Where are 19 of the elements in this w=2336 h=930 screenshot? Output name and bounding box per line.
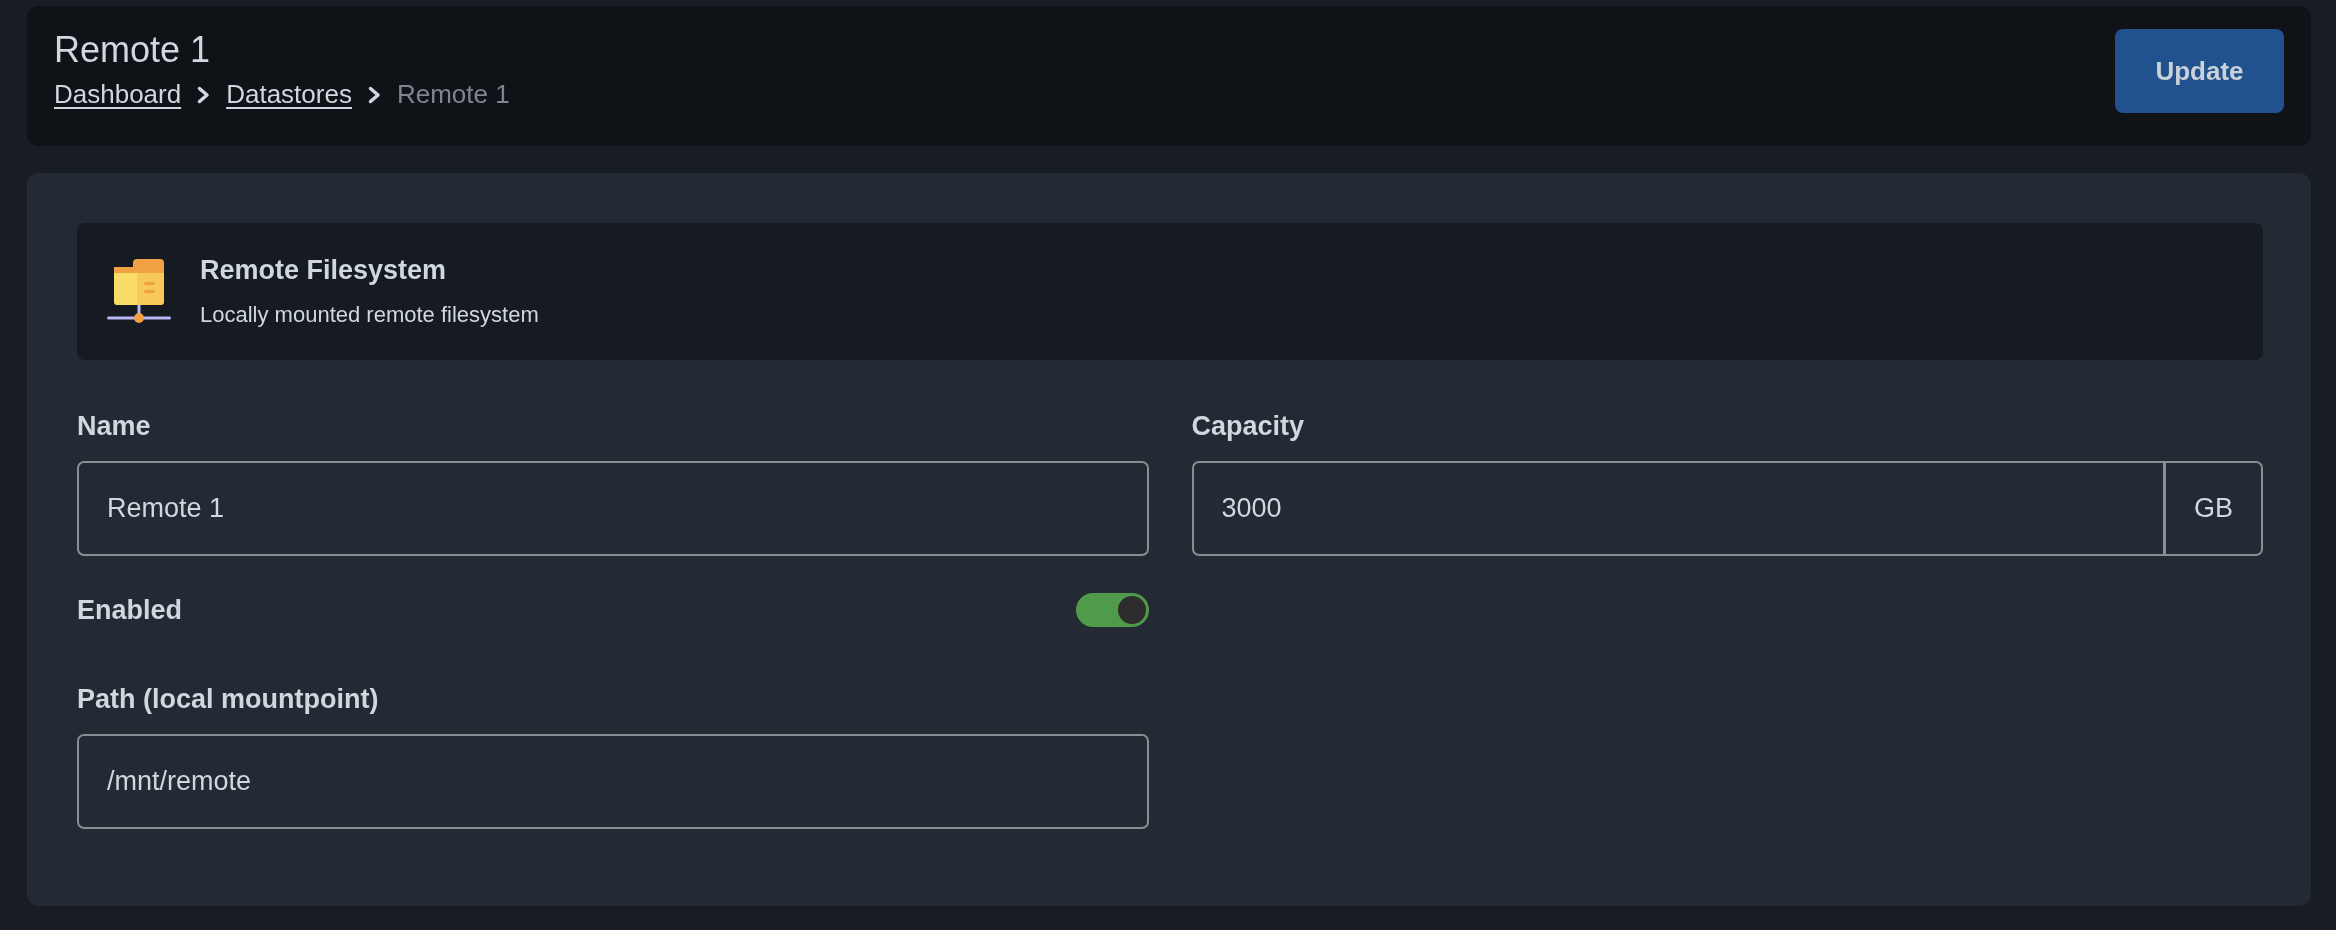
name-field[interactable]: Remote 1 [77, 461, 1149, 557]
breadcrumb-current: Remote 1 [396, 78, 510, 112]
unit-label: GB [2164, 461, 2263, 557]
toggle-switch[interactable] [1075, 593, 1149, 628]
field-label: Path (local mountpoint) [77, 683, 380, 717]
path-field[interactable]: /mnt/remote [77, 734, 1149, 830]
field-label: Name [77, 410, 152, 444]
chevron-right-icon [197, 85, 211, 104]
chevron-right-icon [367, 85, 381, 104]
network-folder-icon [107, 259, 171, 325]
field-label: Capacity [1191, 410, 1306, 444]
page-title: Remote 1 [54, 28, 212, 72]
datastore-type-title: Remote Filesystem [200, 254, 448, 287]
field-label: Enabled [77, 594, 183, 628]
datastore-type-description: Locally mounted remote filesystem [200, 300, 539, 329]
breadcrumb-link[interactable]: Datastores [226, 75, 352, 115]
update-button[interactable]: Update [2115, 29, 2284, 114]
breadcrumb-link[interactable]: Dashboard [54, 75, 182, 115]
capacity-field[interactable]: 3000 [1191, 461, 2165, 557]
